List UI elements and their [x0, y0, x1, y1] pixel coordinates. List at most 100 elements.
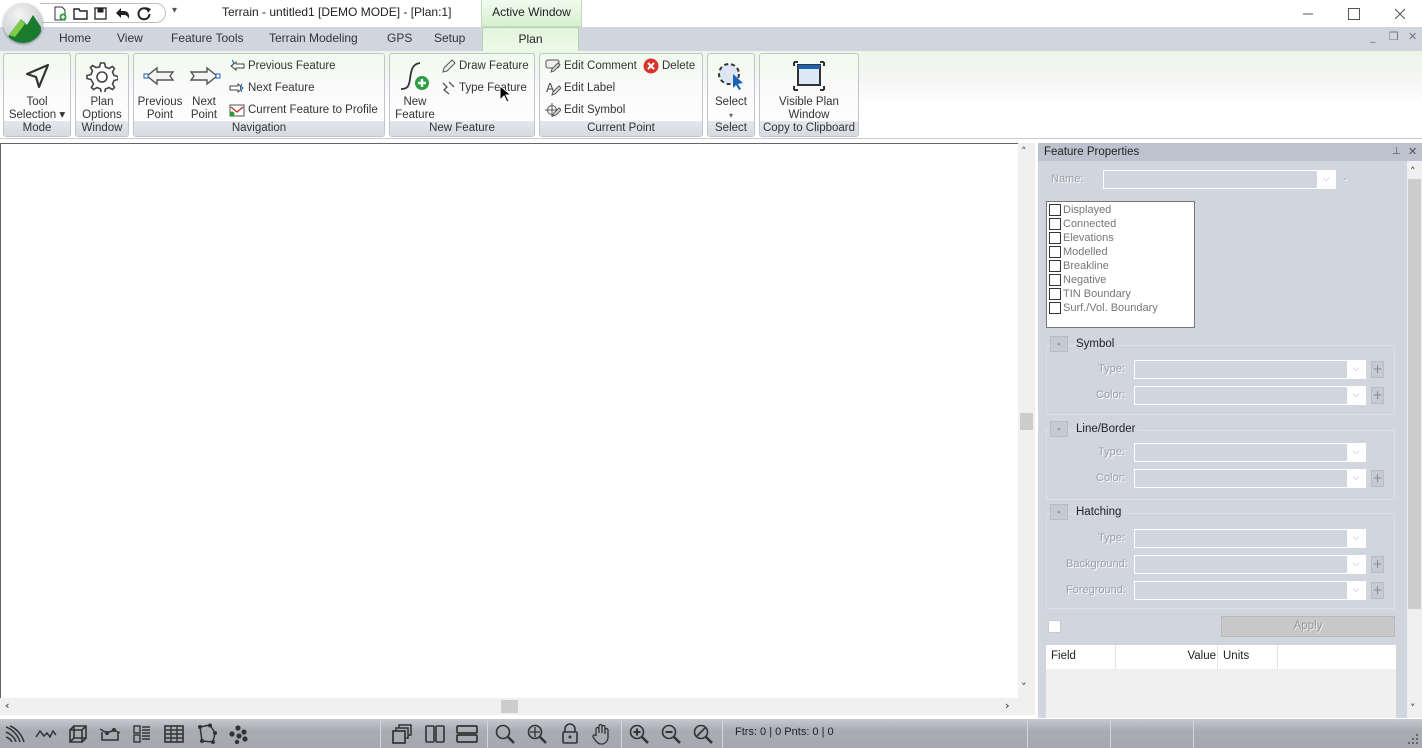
symbol-color-combo[interactable]: ⌵ — [1134, 386, 1366, 405]
symbol-color-add-button[interactable]: + — [1371, 387, 1384, 404]
apply-button[interactable]: Apply — [1221, 616, 1395, 637]
maximize-button[interactable] — [1331, 0, 1377, 27]
canvas-vertical-scrollbar[interactable]: ˄ ˅ — [1018, 143, 1035, 698]
line-type-combo[interactable]: ⌵ — [1134, 443, 1366, 462]
open-folder-icon[interactable] — [71, 5, 89, 22]
visible-plan-window-button[interactable]: Visible Plan Window — [762, 56, 856, 122]
3d-box-icon[interactable] — [67, 723, 89, 745]
panel-scroll-up-icon[interactable]: ˄ — [1410, 165, 1416, 178]
tab-view[interactable]: View — [117, 31, 143, 45]
zoom-extents-icon[interactable] — [526, 723, 548, 745]
panel-close-icon[interactable]: ✕ — [1408, 143, 1417, 161]
horizontal-scroll-thumb[interactable] — [501, 700, 518, 713]
layers-icon[interactable] — [131, 723, 153, 745]
tab-terrain-modeling[interactable]: Terrain Modeling — [269, 31, 358, 45]
scroll-right-icon[interactable]: › — [1005, 699, 1010, 712]
hatching-collapse-button[interactable]: - — [1050, 504, 1068, 520]
minimize-button[interactable] — [1285, 0, 1331, 27]
checkbox[interactable] — [1049, 232, 1061, 244]
flag-negative[interactable]: Negative — [1049, 273, 1106, 287]
hatching-foreground-combo[interactable]: ⌵ — [1134, 581, 1366, 600]
tab-setup[interactable]: Setup — [434, 31, 465, 45]
mdi-close-button[interactable]: ✕ — [1408, 30, 1417, 43]
column-units[interactable]: Units — [1223, 650, 1249, 662]
panel-scroll-down-icon[interactable]: ˅ — [1410, 702, 1416, 715]
polygon-icon[interactable] — [196, 723, 218, 745]
hatching-background-combo[interactable]: ⌵ — [1134, 555, 1366, 574]
app-logo[interactable] — [3, 3, 43, 43]
resize-grip-icon[interactable] — [1408, 734, 1420, 746]
symbol-collapse-button[interactable]: - — [1050, 336, 1068, 352]
points-icon[interactable] — [228, 723, 250, 745]
flag-breakline[interactable]: Breakline — [1049, 259, 1109, 273]
checkbox[interactable] — [1049, 204, 1061, 216]
lock-icon[interactable] — [559, 723, 581, 745]
tile-horizontal-icon[interactable] — [456, 723, 478, 745]
next-feature-button[interactable]: Next Feature — [229, 78, 314, 98]
checkbox[interactable] — [1049, 246, 1061, 258]
save-icon[interactable] — [91, 5, 109, 22]
mdi-minimize-button[interactable]: _ — [1370, 30, 1376, 43]
panel-scrollbar[interactable]: ˄ ˅ — [1407, 161, 1422, 718]
line-border-collapse-button[interactable]: - — [1050, 421, 1068, 437]
checkbox[interactable] — [1049, 288, 1061, 300]
next-point-button[interactable]: Next Point — [184, 56, 224, 122]
draw-feature-button[interactable]: Draw Feature — [440, 56, 529, 76]
scroll-left-icon[interactable]: ‹ — [5, 699, 10, 712]
apply-checkbox[interactable] — [1048, 620, 1061, 633]
flag-modelled[interactable]: Modelled — [1049, 245, 1108, 259]
tab-feature-tools[interactable]: Feature Tools — [171, 31, 244, 45]
redo-icon[interactable] — [135, 5, 153, 22]
undo-icon[interactable] — [113, 5, 131, 22]
select-button[interactable]: Select ▾ — [709, 56, 753, 122]
hatching-foreground-add-button[interactable]: + — [1371, 582, 1384, 599]
checkbox[interactable] — [1049, 260, 1061, 272]
edit-symbol-button[interactable]: Edit Symbol — [545, 100, 625, 120]
close-button[interactable] — [1377, 0, 1422, 27]
hatching-type-combo[interactable]: ⌵ — [1134, 529, 1366, 548]
zoom-icon[interactable] — [494, 723, 516, 745]
column-value[interactable]: Value — [1176, 650, 1216, 662]
previous-point-button[interactable]: Previous Point — [136, 56, 184, 122]
cascade-icon[interactable] — [391, 723, 413, 745]
flag-connected[interactable]: Connected — [1049, 217, 1116, 231]
edit-comment-button[interactable]: Edit Comment — [545, 56, 637, 76]
zoom-in-icon[interactable] — [628, 723, 650, 745]
flag-surf-vol-boundary[interactable]: Surf./Vol. Boundary — [1049, 301, 1158, 315]
tile-vertical-icon[interactable] — [424, 723, 446, 745]
profile-line-icon[interactable] — [35, 723, 57, 745]
pin-icon[interactable]: ⊥ — [1392, 143, 1401, 161]
mdi-restore-button[interactable]: ❐ — [1389, 30, 1399, 43]
scroll-down-icon[interactable]: ˅ — [1021, 681, 1027, 694]
checkbox[interactable] — [1049, 218, 1061, 230]
tab-plan[interactable]: Plan — [482, 27, 579, 52]
flag-tin-boundary[interactable]: TIN Boundary — [1049, 287, 1131, 301]
new-file-icon[interactable] — [51, 5, 69, 22]
line-color-add-button[interactable]: + — [1371, 470, 1384, 487]
plan-options-button[interactable]: Plan Options — [77, 56, 127, 122]
checkbox[interactable] — [1049, 302, 1061, 314]
scroll-up-icon[interactable]: ˄ — [1021, 145, 1027, 158]
new-feature-button[interactable]: New Feature — [392, 56, 438, 122]
checkbox[interactable] — [1049, 274, 1061, 286]
canvas-horizontal-scrollbar[interactable]: ‹ › — [0, 698, 1018, 715]
current-feature-to-profile-button[interactable]: Current Feature to Profile — [229, 100, 378, 120]
type-feature-button[interactable]: Type Feature — [440, 78, 527, 98]
edit-label-button[interactable]: A Edit Label — [545, 78, 615, 98]
name-combo[interactable]: ⌵ — [1103, 170, 1336, 189]
line-color-combo[interactable]: ⌵ — [1134, 469, 1366, 488]
symbol-type-combo[interactable]: ⌵ — [1134, 360, 1366, 379]
hatching-background-add-button[interactable]: + — [1371, 556, 1384, 573]
tab-home[interactable]: Home — [59, 31, 91, 45]
zoom-out-icon[interactable] — [660, 723, 682, 745]
symbol-type-add-button[interactable]: + — [1371, 361, 1384, 378]
plan-canvas[interactable] — [0, 143, 1018, 698]
grid-table-icon[interactable] — [163, 723, 185, 745]
panel-scroll-thumb[interactable] — [1408, 179, 1421, 609]
tool-selection-button[interactable]: Tool Selection ▾ — [6, 56, 68, 122]
pan-hand-icon[interactable] — [590, 723, 612, 745]
tab-gps[interactable]: GPS — [387, 31, 412, 45]
customize-qat-button[interactable]: ▾ — [172, 5, 177, 16]
breakline-icon[interactable] — [99, 723, 121, 745]
zoom-reset-icon[interactable] — [692, 723, 714, 745]
